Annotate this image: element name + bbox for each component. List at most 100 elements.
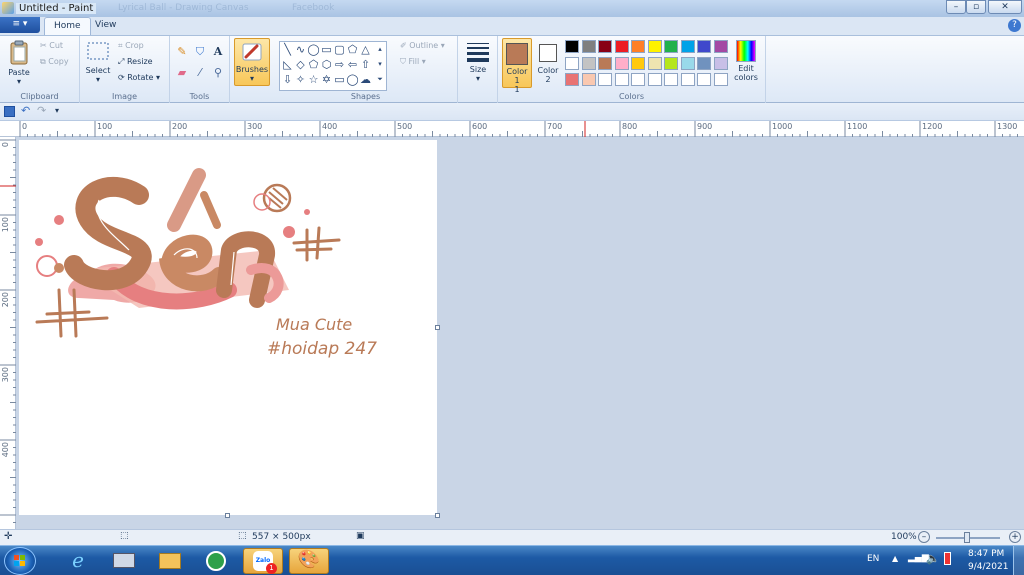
eraser-icon[interactable]: ▰ <box>174 65 190 80</box>
palette-swatch[interactable] <box>581 56 596 70</box>
down-arrow-shape-icon[interactable]: ⇩ <box>281 73 294 86</box>
color1-button[interactable]: Color 1 1 <box>502 38 532 94</box>
palette-swatch[interactable] <box>581 40 596 53</box>
palette-swatch[interactable] <box>647 73 662 86</box>
palette-swatch[interactable] <box>713 73 728 86</box>
triangle-shape-icon[interactable]: △ <box>359 43 372 56</box>
brushes-button[interactable]: Brushes ▾ <box>234 38 270 86</box>
palette-swatch[interactable] <box>697 56 711 70</box>
right-triangle-shape-icon[interactable]: ◺ <box>281 58 294 71</box>
drawing-canvas[interactable]: Mua Cute #hoidap 247 <box>19 140 437 515</box>
line-shape-icon[interactable]: ╲ <box>281 43 294 56</box>
palette-swatch[interactable] <box>647 56 662 70</box>
left-arrow-shape-icon[interactable]: ⇦ <box>346 58 359 71</box>
battery-icon[interactable] <box>944 552 951 565</box>
up-arrow-shape-icon[interactable]: ⇧ <box>359 58 372 71</box>
zalo-button[interactable]: Zalo 1 <box>243 548 283 574</box>
help-icon[interactable]: ? <box>1008 19 1021 32</box>
chevron-up-icon[interactable]: ▴ <box>374 43 386 56</box>
six-point-star-shape-icon[interactable]: ✡ <box>320 73 333 86</box>
paint-app-icon[interactable] <box>2 2 14 14</box>
palette-swatch[interactable] <box>565 56 579 70</box>
color-picker-icon[interactable]: ⁄ <box>192 65 208 80</box>
tab-home[interactable]: Home <box>44 17 91 35</box>
undo-icon[interactable]: ↶ <box>21 104 30 117</box>
rounded-rectangle-shape-icon[interactable]: ▢ <box>333 43 346 56</box>
palette-swatch[interactable] <box>697 73 711 86</box>
palette-swatch[interactable] <box>664 73 678 86</box>
four-point-star-shape-icon[interactable]: ✧ <box>294 73 307 86</box>
show-desktop-button[interactable] <box>1013 546 1024 575</box>
palette-swatch[interactable] <box>713 56 728 70</box>
close-button[interactable]: ✕ <box>988 0 1022 14</box>
palette-swatch[interactable] <box>680 73 695 86</box>
file-menu-button[interactable]: ≡ ▾ <box>0 17 40 33</box>
callout-oval-shape-icon[interactable]: ◯ <box>346 73 359 86</box>
palette-swatch[interactable] <box>647 40 662 53</box>
color2-button[interactable]: Color 2 <box>534 38 562 88</box>
internet-explorer-button[interactable]: e <box>58 548 98 574</box>
zoom-out-button[interactable]: – <box>918 531 930 543</box>
callout-rect-shape-icon[interactable]: ▭ <box>333 73 346 86</box>
chevron-down-icon[interactable]: ▾ <box>374 58 386 71</box>
tab-view[interactable]: View <box>86 17 125 35</box>
resize-handle-right[interactable] <box>435 325 440 330</box>
palette-swatch[interactable] <box>697 40 711 53</box>
fill-button[interactable]: ⛉ Fill ▾ <box>400 57 426 67</box>
coccoc-browser-button[interactable] <box>196 548 236 574</box>
redo-icon[interactable]: ↷ <box>37 104 46 117</box>
palette-swatch[interactable] <box>614 56 629 70</box>
polygon-shape-icon[interactable]: ⬠ <box>346 43 359 56</box>
resize-handle-corner[interactable] <box>435 513 440 518</box>
fill-bucket-icon[interactable]: ⛉ <box>192 44 208 59</box>
palette-swatch[interactable] <box>664 56 678 70</box>
palette-swatch[interactable] <box>631 40 645 53</box>
zoom-in-button[interactable]: + <box>1009 531 1021 543</box>
outline-button[interactable]: ✐ Outline ▾ <box>400 41 445 50</box>
zoom-slider-thumb[interactable] <box>964 532 970 543</box>
select-button[interactable]: Select ▾ <box>84 40 112 84</box>
language-indicator[interactable]: EN <box>867 554 879 564</box>
magnifier-icon[interactable]: ⚲ <box>210 65 226 80</box>
palette-swatch[interactable] <box>565 73 579 86</box>
hexagon-shape-icon[interactable]: ⬡ <box>320 58 333 71</box>
resize-button[interactable]: ⤢ Resize <box>118 57 153 67</box>
palette-swatch[interactable] <box>565 40 579 53</box>
palette-swatch[interactable] <box>664 40 678 53</box>
curve-shape-icon[interactable]: ∿ <box>294 43 307 56</box>
palette-swatch[interactable] <box>614 40 629 53</box>
copy-button[interactable]: ⧉ Copy <box>40 57 69 67</box>
text-tool-icon[interactable]: A <box>210 44 226 59</box>
palette-swatch[interactable] <box>598 40 612 53</box>
palette-swatch[interactable] <box>581 73 596 86</box>
diamond-shape-icon[interactable]: ◇ <box>294 58 307 71</box>
pencil-icon[interactable]: ✎ <box>174 44 190 59</box>
pentagon-shape-icon[interactable]: ⬠ <box>307 58 320 71</box>
cut-button[interactable]: ✂ Cut <box>40 41 63 50</box>
rectangle-shape-icon[interactable]: ▭ <box>320 43 333 56</box>
palette-swatch[interactable] <box>680 56 695 70</box>
rotate-button[interactable]: ⟳ Rotate ▾ <box>118 73 160 82</box>
palette-swatch[interactable] <box>680 40 695 53</box>
right-arrow-shape-icon[interactable]: ⇨ <box>333 58 346 71</box>
save-icon[interactable] <box>4 106 15 117</box>
resize-handle-bottom[interactable] <box>225 513 230 518</box>
clock-time[interactable]: 8:47 PM <box>968 549 1004 559</box>
paint-taskbar-button[interactable]: 🎨 <box>289 548 329 574</box>
show-hidden-icons-icon[interactable]: ▲ <box>892 554 898 563</box>
minimize-button[interactable]: – <box>946 0 966 14</box>
customize-toolbar-icon[interactable]: ▾ <box>55 106 59 115</box>
five-point-star-shape-icon[interactable]: ☆ <box>307 73 320 86</box>
clock-date[interactable]: 9/4/2021 <box>968 562 1008 572</box>
crop-button[interactable]: ⌗ Crop <box>118 41 144 51</box>
palette-swatch[interactable] <box>631 73 645 86</box>
start-button[interactable] <box>4 547 36 575</box>
palette-swatch[interactable] <box>598 56 612 70</box>
size-button[interactable]: Size ▾ <box>462 41 494 83</box>
palette-swatch[interactable] <box>631 56 645 70</box>
edit-colors-button[interactable]: Edit colors <box>730 38 762 82</box>
file-explorer-button[interactable] <box>150 548 190 574</box>
oval-shape-icon[interactable]: ◯ <box>307 43 320 56</box>
palette-swatch[interactable] <box>713 40 728 53</box>
palette-swatch[interactable] <box>598 73 612 86</box>
